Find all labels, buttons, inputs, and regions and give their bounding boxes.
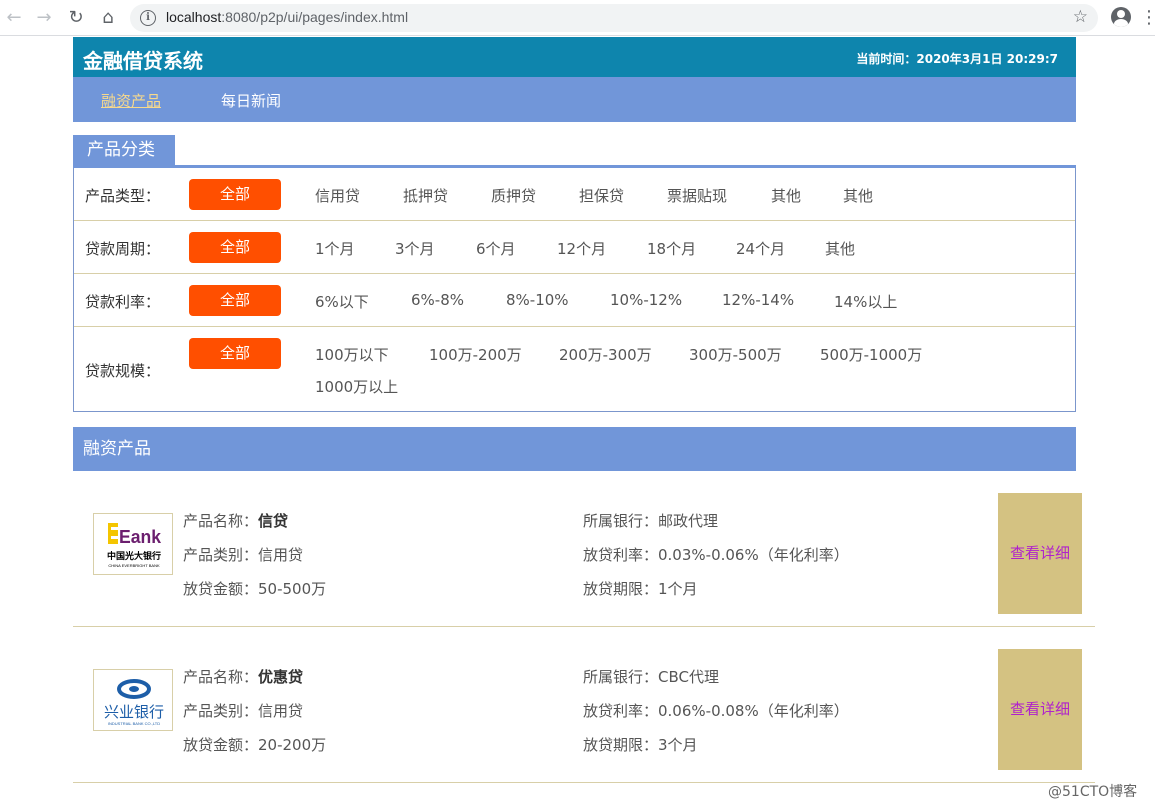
filter-label: 贷款利率： (85, 293, 161, 311)
filter-option[interactable]: 6%以下 (315, 291, 369, 312)
filter-option[interactable]: 10%-12% (610, 291, 682, 309)
bookmark-star-icon[interactable]: ☆ (1073, 7, 1088, 27)
page-container: 金融借贷系统 当前时间：2020年3月1日 20:29:7 融资产品 每日新闻 … (73, 37, 1076, 471)
url-path: :8080/p2p/ui/pages/index.html (221, 9, 409, 25)
filter-option[interactable]: 6个月 (476, 238, 516, 259)
product-name-field: 产品名称：优惠贷 (183, 666, 303, 687)
everbright-logo-wordmark: Eank (119, 527, 162, 547)
filter-option[interactable]: 其他 (771, 185, 801, 206)
filter-option[interactable]: 500万-1000万 (820, 344, 922, 365)
filter-option[interactable]: 24个月 (736, 238, 785, 259)
bank-logo-everbright: Eank 中国光大银行 CHINA EVERBRIGHT BANK (93, 513, 173, 575)
nav-link-financing-products[interactable]: 融资产品 (101, 90, 161, 111)
product-category: 产品类别：信用贷 (183, 702, 304, 720)
filter-label: 产品类型： (85, 187, 161, 205)
filter-option[interactable]: 票据贴现 (667, 185, 727, 206)
url-text[interactable]: localhost:8080/p2p/ui/pages/index.html (166, 9, 408, 25)
filter-option[interactable]: 100万-200万 (429, 344, 522, 365)
filter-option[interactable]: 抵押贷 (403, 185, 448, 206)
site-header: 金融借贷系统 当前时间：2020年3月1日 20:29:7 (73, 37, 1076, 77)
product-name: 信贷 (258, 512, 289, 530)
nav-link-daily-news[interactable]: 每日新闻 (221, 90, 281, 111)
everbright-logo-chinese: 中国光大银行 (107, 550, 161, 562)
category-tab[interactable]: 产品分类 (73, 135, 175, 165)
filter-all-button[interactable]: 全部 (189, 232, 281, 263)
filter-row-loan-term: 贷款周期： 全部 1个月 3个月 6个月 12个月 18个月 24个月 其他 (74, 221, 1075, 274)
forward-arrow-icon[interactable]: → (32, 6, 56, 30)
home-icon[interactable]: ⌂ (96, 6, 120, 30)
filter-option[interactable]: 其他 (843, 185, 873, 206)
product-name-label: 产品名称： (183, 512, 259, 530)
industrial-bank-logo-image: 兴业银行 INDUSTRIAL BANK CO.,LTD (104, 679, 164, 726)
filter-option[interactable]: 12个月 (557, 238, 606, 259)
product-category: 产品类别：信用贷 (183, 546, 304, 564)
product-bank: 所属银行：邮政代理 (583, 512, 719, 530)
browser-toolbar: ← → ↻ ⌂ i localhost:8080/p2p/ui/pages/in… (0, 0, 1155, 36)
address-bar[interactable]: i localhost:8080/p2p/ui/pages/index.html… (130, 4, 1098, 32)
industrial-bank-logo-english: INDUSTRIAL BANK CO.,LTD (108, 721, 160, 726)
product-name: 优惠贷 (258, 668, 304, 686)
product-card: Eank 中国光大银行 CHINA EVERBRIGHT BANK 产品名称：信… (73, 493, 1095, 627)
filter-all-button[interactable]: 全部 (189, 338, 281, 369)
filter-option[interactable]: 3个月 (395, 238, 435, 259)
filter-panel: 产品类型： 全部 信用贷 抵押贷 质押贷 担保贷 票据贴现 其他 其他 贷款周期… (73, 168, 1076, 412)
filter-row-loan-scale: 贷款规模： 全部 100万以下 100万-200万 200万-300万 300万… (74, 327, 1075, 411)
filter-option[interactable]: 200万-300万 (559, 344, 652, 365)
filter-option[interactable]: 质押贷 (491, 185, 536, 206)
filter-label: 贷款规模： (85, 362, 161, 380)
reload-icon[interactable]: ↻ (64, 6, 88, 30)
filter-option[interactable]: 担保贷 (579, 185, 624, 206)
filter-row-product-type: 产品类型： 全部 信用贷 抵押贷 质押贷 担保贷 票据贴现 其他 其他 (74, 168, 1075, 221)
product-card: 兴业银行 INDUSTRIAL BANK CO.,LTD 产品名称：优惠贷 产品… (73, 649, 1095, 783)
watermark: @51CTO博客 (1048, 784, 1138, 800)
profile-avatar-icon[interactable] (1111, 7, 1131, 27)
product-rate: 放贷利率：0.06%-0.08%（年化利率） (583, 702, 849, 720)
filter-option[interactable]: 12%-14% (722, 291, 794, 309)
product-rate: 放贷利率：0.03%-0.06%（年化利率） (583, 546, 849, 564)
filter-option[interactable]: 8%-10% (506, 291, 569, 309)
filter-option[interactable]: 其他 (825, 238, 855, 259)
filter-option[interactable]: 100万以下 (315, 344, 389, 365)
filter-row-interest-rate: 贷款利率： 全部 6%以下 6%-8% 8%-10% 10%-12% 12%-1… (74, 274, 1075, 327)
filter-option[interactable]: 1000万以上 (315, 376, 398, 397)
industrial-bank-logo-chinese: 兴业银行 (104, 703, 164, 721)
product-bank: 所属银行：CBC代理 (583, 668, 719, 686)
filter-option[interactable]: 14%以上 (834, 291, 897, 312)
product-name-field: 产品名称：信贷 (183, 510, 288, 531)
product-amount: 放贷金额：50-500万 (183, 580, 327, 598)
filter-option[interactable]: 6%-8% (411, 291, 464, 309)
everbright-logo-english: CHINA EVERBRIGHT BANK (108, 563, 160, 568)
info-icon[interactable]: i (140, 10, 156, 26)
filter-option[interactable]: 300万-500万 (689, 344, 782, 365)
view-details-button[interactable]: 查看详细 (998, 649, 1082, 770)
product-name-label: 产品名称： (183, 668, 259, 686)
bank-logo-industrial: 兴业银行 INDUSTRIAL BANK CO.,LTD (93, 669, 173, 731)
filter-option[interactable]: 18个月 (647, 238, 696, 259)
url-host: localhost (166, 9, 222, 25)
back-arrow-icon[interactable]: ← (2, 6, 26, 30)
product-term: 放贷期限：3个月 (583, 736, 698, 754)
menu-dots-icon[interactable]: ⋮ (1140, 6, 1155, 30)
filter-option[interactable]: 信用贷 (315, 185, 360, 206)
product-term: 放贷期限：1个月 (583, 580, 698, 598)
current-time: 当前时间：2020年3月1日 20:29:7 (856, 52, 1058, 66)
site-logo: 金融借贷系统 (83, 49, 203, 73)
everbright-logo-image: Eank 中国光大银行 CHINA EVERBRIGHT BANK (107, 523, 162, 568)
product-amount: 放贷金额：20-200万 (183, 736, 327, 754)
products-section-header: 融资产品 (73, 427, 1076, 471)
filter-option[interactable]: 1个月 (315, 238, 355, 259)
filter-label: 贷款周期： (85, 240, 161, 258)
view-details-button[interactable]: 查看详细 (998, 493, 1082, 614)
filter-all-button[interactable]: 全部 (189, 179, 281, 210)
filter-all-button[interactable]: 全部 (189, 285, 281, 316)
main-nav: 融资产品 每日新闻 (73, 77, 1076, 122)
category-tab-row: 产品分类 (73, 135, 1076, 168)
